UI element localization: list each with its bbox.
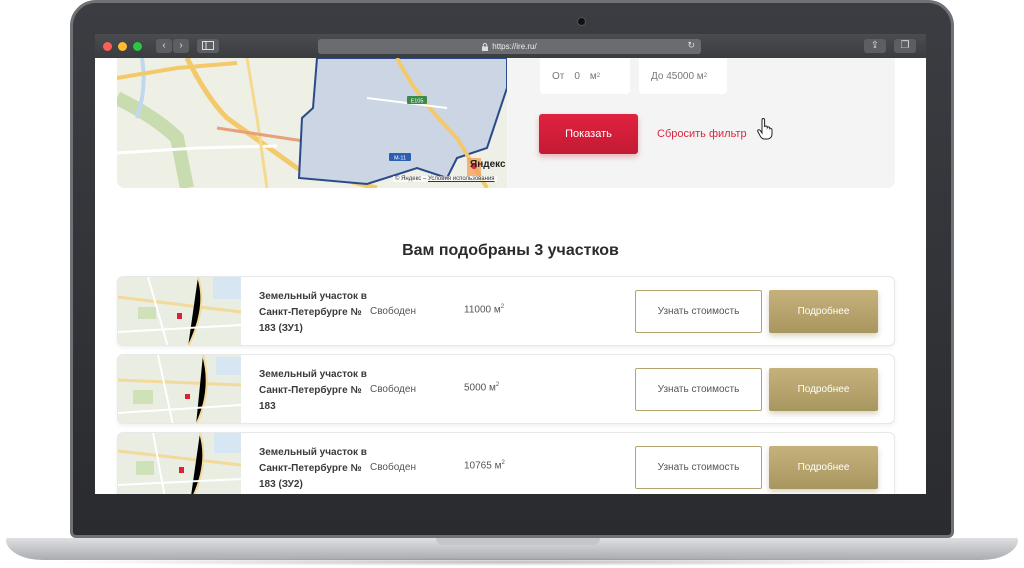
area-from-value: 0 xyxy=(574,70,580,82)
plot-card: Земельный участок в Санкт-Петербурге № 1… xyxy=(117,276,895,346)
terms-link[interactable]: Условия использования xyxy=(428,176,495,182)
plot-status: Свободен xyxy=(370,306,416,317)
area-from-unit: м xyxy=(589,70,597,82)
page-content: E105 M-11 Яндекс © Яндекс – Условия испо… xyxy=(95,58,926,494)
thumbnail-map-graphic xyxy=(118,355,241,423)
plot-area-sup: 2 xyxy=(500,304,505,310)
copyright-prefix: © Яндекс – xyxy=(395,176,427,182)
road-label-e105: E105 xyxy=(411,99,424,105)
sidebar-icon xyxy=(202,41,214,50)
details-button[interactable]: Подробнее xyxy=(769,368,878,411)
browser-toolbar: ‹ › https://ire.ru/ ↻ ⇪ ❐ xyxy=(95,34,926,58)
filter-panel: E105 M-11 Яндекс © Яндекс – Условия испо… xyxy=(117,58,895,188)
unit-superscript: 2 xyxy=(703,73,708,79)
road-label-m11: M-11 xyxy=(394,156,406,162)
details-button[interactable]: Подробнее xyxy=(769,446,878,489)
plot-area-value: 11000 м xyxy=(464,304,501,316)
plot-card: Земельный участок в Санкт-Петербурге № 1… xyxy=(117,354,895,424)
address-bar[interactable]: https://ire.ru/ ↻ xyxy=(318,39,701,54)
laptop-base xyxy=(6,538,1018,560)
plot-card: Земельный участок в Санкт-Петербурге № 1… xyxy=(117,432,895,494)
map-view[interactable]: E105 M-11 Яндекс © Яндекс – Условия испо… xyxy=(117,58,507,188)
plot-area: 11000 м2 xyxy=(464,304,504,315)
thumbnail-map-graphic xyxy=(118,277,241,345)
get-price-button[interactable]: Узнать стоимость xyxy=(635,290,762,333)
minimize-window-icon[interactable] xyxy=(118,41,127,51)
forward-button[interactable]: › xyxy=(173,39,189,53)
share-button[interactable]: ⇪ xyxy=(864,39,886,53)
plot-map-thumbnail[interactable] xyxy=(118,277,241,345)
plot-area: 5000 м2 xyxy=(464,382,499,393)
get-price-button[interactable]: Узнать стоимость xyxy=(635,368,762,411)
thumbnail-map-graphic xyxy=(118,433,241,494)
yandex-logo: Яндекс xyxy=(470,159,506,170)
area-to-placeholder: До 45000 м xyxy=(651,70,704,82)
results-title: Вам подобраны 3 участков xyxy=(402,242,619,259)
show-button[interactable]: Показать xyxy=(539,114,638,154)
window-controls xyxy=(103,41,142,51)
reload-icon[interactable]: ↻ xyxy=(687,40,695,51)
plot-area: 10765 м2 xyxy=(464,460,505,471)
details-button[interactable]: Подробнее xyxy=(769,290,878,333)
back-button[interactable]: ‹ xyxy=(156,39,172,53)
plot-name[interactable]: Земельный участок в Санкт-Петербурге № 1… xyxy=(259,367,371,415)
plot-status: Свободен xyxy=(370,384,416,395)
plot-area-sup: 2 xyxy=(495,382,500,388)
unit-superscript: 2 xyxy=(596,73,601,79)
map-copyright: © Яндекс – Условия использования xyxy=(393,176,497,182)
lock-icon xyxy=(482,42,489,51)
camera-icon xyxy=(578,18,585,25)
url-text: https://ire.ru/ xyxy=(492,42,537,51)
area-from-input[interactable]: От 0 м2 xyxy=(540,58,630,94)
plot-name[interactable]: Земельный участок в Санкт-Петербурге № 1… xyxy=(259,445,371,493)
sidebar-toggle-button[interactable] xyxy=(197,39,219,53)
plot-map-thumbnail[interactable] xyxy=(118,355,241,423)
get-price-button[interactable]: Узнать стоимость xyxy=(635,446,762,489)
plot-area-sup: 2 xyxy=(501,460,505,466)
laptop-notch xyxy=(436,538,600,545)
hand-cursor-icon xyxy=(757,118,773,140)
plot-area-value: 5000 м xyxy=(464,382,496,394)
toolbar-actions: ⇪ ❐ xyxy=(864,39,916,53)
area-to-input[interactable]: До 45000 м2 xyxy=(639,58,727,94)
laptop-shadow xyxy=(40,558,984,566)
map-graphic: E105 M-11 xyxy=(117,58,507,188)
plot-name[interactable]: Земельный участок в Санкт-Петербурге № 1… xyxy=(259,289,371,337)
plot-area-value: 10765 м xyxy=(464,460,502,472)
screen: ‹ › https://ire.ru/ ↻ ⇪ ❐ E105 M-11 Янде… xyxy=(95,34,926,494)
plot-status: Свободен xyxy=(370,462,416,473)
history-nav: ‹ › xyxy=(156,39,189,53)
plot-map-thumbnail[interactable] xyxy=(118,433,241,494)
area-from-label: От xyxy=(552,70,565,82)
tabs-overview-button[interactable]: ❐ xyxy=(894,39,916,53)
reset-filter-link[interactable]: Сбросить фильтр xyxy=(657,128,747,140)
maximize-window-icon[interactable] xyxy=(133,41,142,51)
close-window-icon[interactable] xyxy=(103,41,112,51)
